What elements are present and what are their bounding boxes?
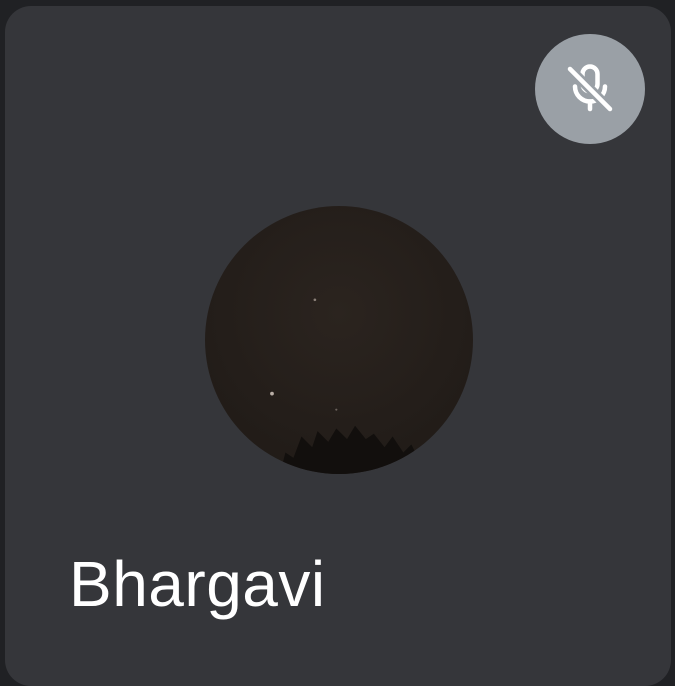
mic-off-icon xyxy=(565,64,615,114)
mic-off-indicator xyxy=(535,34,645,144)
participant-name: Bhargavi xyxy=(69,548,326,620)
avatar-image xyxy=(270,298,425,474)
participant-tile[interactable]: Bhargavi xyxy=(5,6,671,686)
avatar xyxy=(205,206,473,474)
